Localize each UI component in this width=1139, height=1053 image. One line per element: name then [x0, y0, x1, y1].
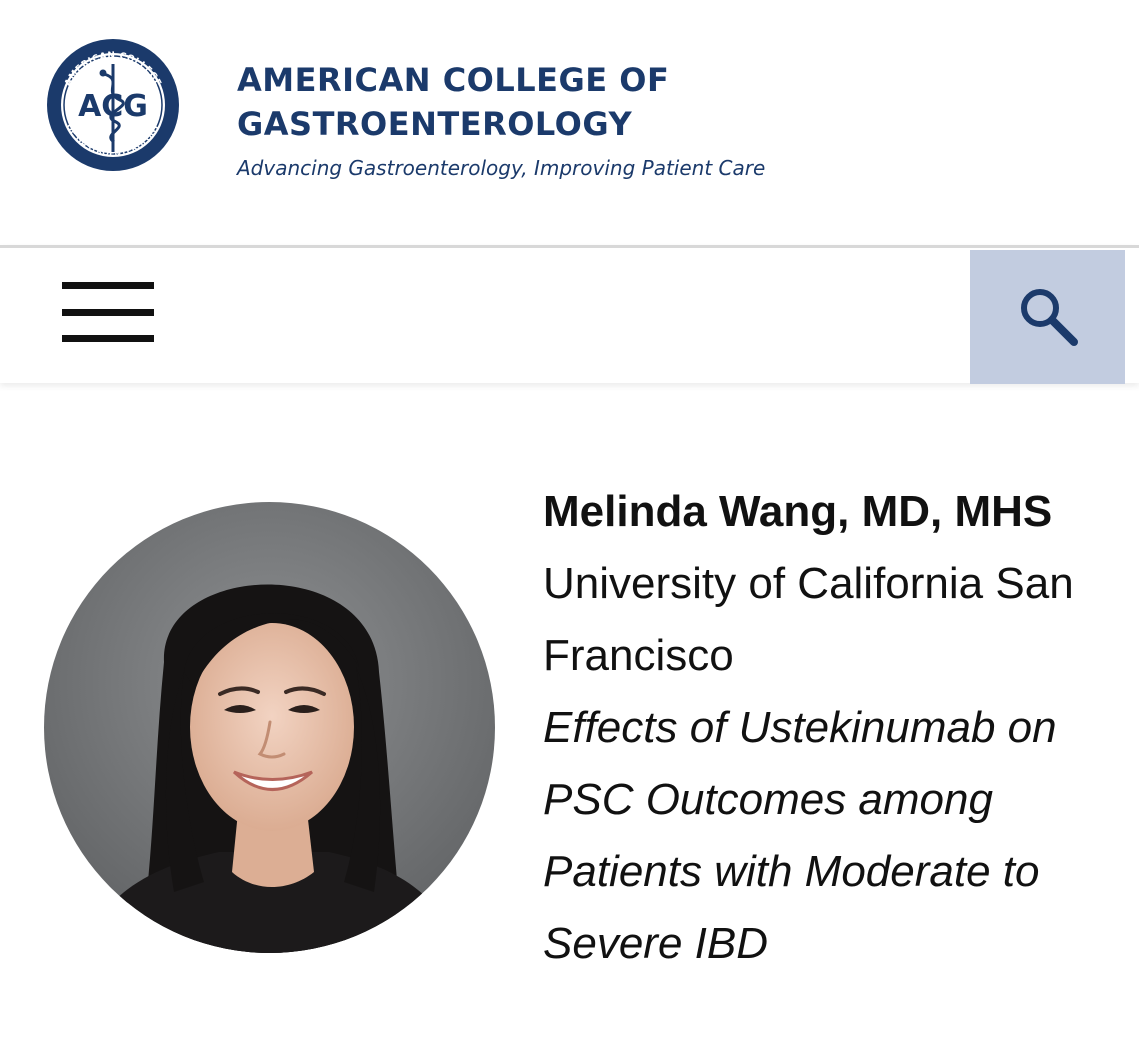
menu-bar-bottom [62, 335, 154, 342]
site-header: AMERICAN COLLEGE OF GASTROENTEROLOGY ACG… [0, 0, 1139, 245]
acg-seal-graphic: AMERICAN COLLEGE OF GASTROENTEROLOGY ACG [47, 39, 179, 171]
brand-tagline: Advancing Gastroenterology, Improving Pa… [237, 156, 766, 180]
seal-initials: ACG [78, 89, 148, 124]
profile-photo [44, 502, 495, 953]
menu-bar-top [62, 282, 154, 289]
menu-bar-middle [62, 309, 154, 316]
hamburger-menu-icon[interactable] [62, 282, 154, 344]
acg-logo-seal[interactable]: AMERICAN COLLEGE OF GASTROENTEROLOGY ACG [44, 36, 182, 174]
profile-name: Melinda Wang, MD, MHS [543, 487, 1053, 536]
profile-project-title: Effects of Ustekinumab on PSC Outcomes a… [543, 703, 1057, 968]
profile-portrait [44, 502, 495, 953]
search-icon [1021, 289, 1078, 346]
search-button[interactable] [970, 250, 1125, 384]
profile-affiliation: University of California San Francisco [543, 559, 1074, 680]
nav-bar [0, 245, 1139, 384]
profile-info: Melinda Wang, MD, MHS University of Cali… [543, 476, 1133, 980]
brand-name[interactable]: AMERICAN COLLEGE OF GASTROENTEROLOGY [237, 58, 765, 146]
brand-text: AMERICAN COLLEGE OF GASTROENTEROLOGY Adv… [237, 58, 765, 182]
